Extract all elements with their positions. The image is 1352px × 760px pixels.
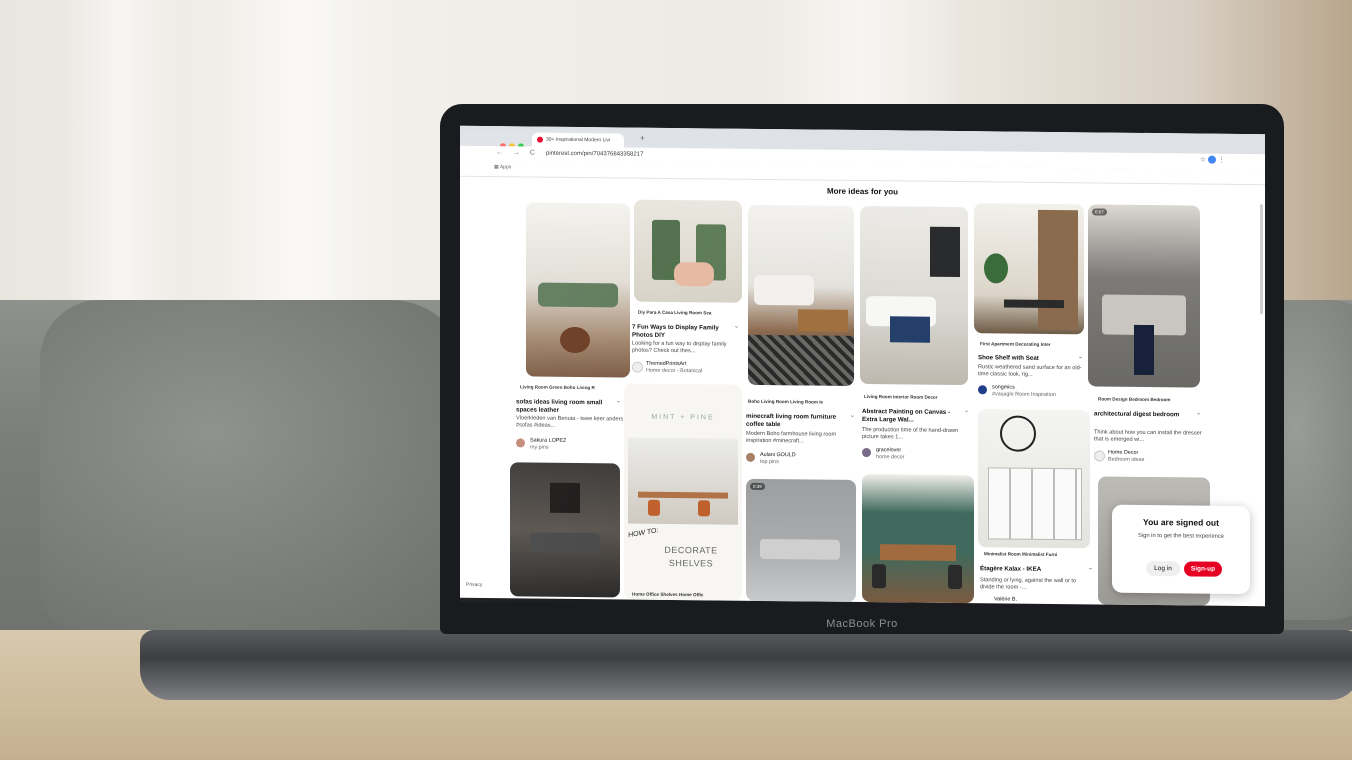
menu-icon[interactable]: ⋮ xyxy=(1218,157,1225,164)
tab-title: 30+ Inspirational Modern Livi xyxy=(546,136,611,144)
board-name: top pins xyxy=(760,458,779,465)
laptop-screen: 30+ Inspirational Modern Livi + ← → C pi… xyxy=(460,125,1265,607)
user-avatar[interactable] xyxy=(746,452,755,462)
pin-title[interactable]: Abstract Painting on Canvas - Extra Larg… xyxy=(862,408,962,424)
pin-user[interactable]: Aulani GOULD top pins xyxy=(760,452,796,465)
user-avatar[interactable] xyxy=(862,447,871,458)
pin-image-decorate-shelves[interactable]: MINT + PINE HOW TO: DECORATE SHELVES Hom… xyxy=(624,383,742,601)
pin-categories[interactable]: Diy Para A Casa Living Room Sea xyxy=(638,310,711,316)
pin-title[interactable]: Étagère Kalax - IKEA xyxy=(980,565,1080,574)
pin-categories[interactable]: Room Design Bedroom Bedroom xyxy=(1098,396,1170,402)
signed-out-title: You are signed out xyxy=(1143,516,1219,528)
pin-image-bedroom[interactable]: 0:07 xyxy=(1088,204,1200,388)
chevron-down-icon[interactable]: ⌄ xyxy=(616,397,621,404)
pin-image-dark-living-room[interactable] xyxy=(510,462,620,598)
scrollbar[interactable] xyxy=(1260,204,1263,315)
board-name: home decor xyxy=(876,453,905,460)
pin-title[interactable]: Shoe Shelf with Seat xyxy=(978,354,1078,363)
chevron-down-icon[interactable]: ⌄ xyxy=(1078,353,1083,360)
user-name: Aulani GOULD xyxy=(760,451,796,459)
pin-description: Looking for a fun way to display family … xyxy=(632,340,727,355)
pin-categories[interactable]: Living Room Green Boho Living R xyxy=(520,384,595,390)
cushion-left xyxy=(40,300,470,630)
pin-image-living-room-green[interactable] xyxy=(526,202,630,378)
laptop-brand-label: MacBook Pro xyxy=(826,618,898,630)
user-name: Sakura LOPEZ xyxy=(530,437,567,444)
curtain-highlight xyxy=(60,0,180,330)
pin-image-green-dining-room[interactable] xyxy=(862,473,974,604)
star-icon[interactable]: ☆ xyxy=(1200,157,1206,164)
user-avatar[interactable] xyxy=(632,361,643,373)
pin-image-kallax-shelf[interactable] xyxy=(978,409,1090,549)
toolbar-icons: ☆ ⋮ xyxy=(1200,155,1225,164)
pin-image-grey-wall-video[interactable]: 0:39 xyxy=(746,478,856,602)
apps-label: Apps xyxy=(499,164,512,171)
mint-pine-logo-text: MINT + PINE xyxy=(651,413,715,422)
url-field[interactable]: pinterest.com/pin/704376843358217 xyxy=(546,151,643,158)
pin-description: Rustic weathered sand surface for an old… xyxy=(978,364,1082,378)
pin-user[interactable]: ThemedPrintsArt Home decor - Botanical xyxy=(646,361,702,375)
pin-image-boho-living-room[interactable] xyxy=(748,204,854,386)
pinterest-favicon-icon xyxy=(537,136,543,143)
pin-description: Vloerkleden van Benuta - twee keer ander… xyxy=(516,415,624,429)
page-heading: More ideas for you xyxy=(826,186,899,197)
user-name: Home Decor xyxy=(1108,449,1139,456)
howto-headline: DECORATE SHELVES xyxy=(664,544,718,569)
pin-description: Think about how you can install the dres… xyxy=(1094,429,1202,443)
pin-user[interactable]: songmics #vasagle Room Inspiration xyxy=(992,384,1056,398)
pin-description: Modern Boho farmhouse living room inspir… xyxy=(746,430,837,445)
board-name: Bedroom ideas xyxy=(1108,456,1145,463)
pin-user[interactable]: gracelover home decor xyxy=(876,447,904,460)
curtain-highlight xyxy=(220,0,380,330)
laptop-keyboard-base xyxy=(140,630,1352,700)
chevron-down-icon[interactable]: ⌄ xyxy=(1196,409,1201,416)
pin-description: Standing or lying, against the wall or t… xyxy=(980,577,1077,591)
new-tab-button[interactable]: + xyxy=(640,134,645,143)
board-name: my pins xyxy=(530,444,549,451)
chevron-down-icon[interactable]: ⌄ xyxy=(850,412,855,419)
user-avatar[interactable] xyxy=(978,385,987,395)
howto-label: HOW TO: xyxy=(627,527,659,540)
pin-title[interactable]: minecraft living room furniture coffee t… xyxy=(746,413,850,429)
pin-image-shoe-shelf[interactable] xyxy=(974,203,1084,335)
pin-categories[interactable]: Minimalist Room Minimalist Furni xyxy=(984,551,1057,557)
pin-categories[interactable]: Home Office Shelves Home Offic xyxy=(632,592,703,598)
log-in-button[interactable]: Log in xyxy=(1146,560,1180,577)
pin-title[interactable]: 7 Fun Ways to Display Family Photos DIY xyxy=(632,324,732,340)
pin-user[interactable]: Valérie B. xyxy=(994,596,1017,603)
signed-out-text: Sign in to get the best experience xyxy=(1137,532,1225,540)
pin-categories[interactable]: Living Room Interior Room Decor xyxy=(864,394,938,400)
profile-avatar[interactable] xyxy=(1208,155,1217,164)
privacy-link[interactable]: Privacy xyxy=(466,582,482,588)
pin-image-green-lanterns[interactable] xyxy=(634,199,742,303)
pin-user[interactable]: Home Decor Bedroom ideas xyxy=(1108,450,1144,463)
user-name: songmics xyxy=(992,384,1015,391)
pin-image-white-living-room[interactable] xyxy=(860,205,968,386)
chevron-down-icon[interactable]: ⌄ xyxy=(734,323,739,330)
pin-categories[interactable]: Boho Living Room Living Room Ie xyxy=(748,399,823,405)
user-name: ThemedPrintsArt xyxy=(646,360,687,368)
chevron-down-icon[interactable]: ⌄ xyxy=(964,407,969,414)
board-name: Home decor - Botanical xyxy=(646,367,703,374)
user-avatar[interactable] xyxy=(516,438,525,448)
user-avatar[interactable] xyxy=(1094,450,1105,462)
board-name: #vasagle Room Inspiration xyxy=(992,390,1056,398)
chevron-down-icon[interactable]: ⌄ xyxy=(1088,564,1093,571)
apps-bookmark[interactable]: ▦ Apps xyxy=(494,164,511,170)
pin-title[interactable]: sofas ideas living room small spaces lea… xyxy=(516,398,620,414)
video-duration-badge: 0:07 xyxy=(1092,208,1107,216)
pin-categories[interactable]: First Apartment Decorating Inter xyxy=(980,341,1051,347)
signed-out-popup: You are signed out Sign in to get the be… xyxy=(1112,504,1250,595)
user-name: gracelover xyxy=(876,447,902,454)
video-duration-badge: 0:39 xyxy=(750,482,765,490)
photo-scene: MacBook Pro 30+ Inspirational Modern Liv… xyxy=(0,0,1352,760)
sign-up-button[interactable]: Sign-up xyxy=(1184,561,1222,577)
nav-buttons[interactable]: ← → C xyxy=(496,149,539,156)
pin-description: The production time of the hand-drawn pi… xyxy=(862,426,959,441)
pin-user[interactable]: Sakura LOPEZ my pins xyxy=(530,438,566,451)
pin-title[interactable]: architectural digest bedroom xyxy=(1094,410,1194,419)
